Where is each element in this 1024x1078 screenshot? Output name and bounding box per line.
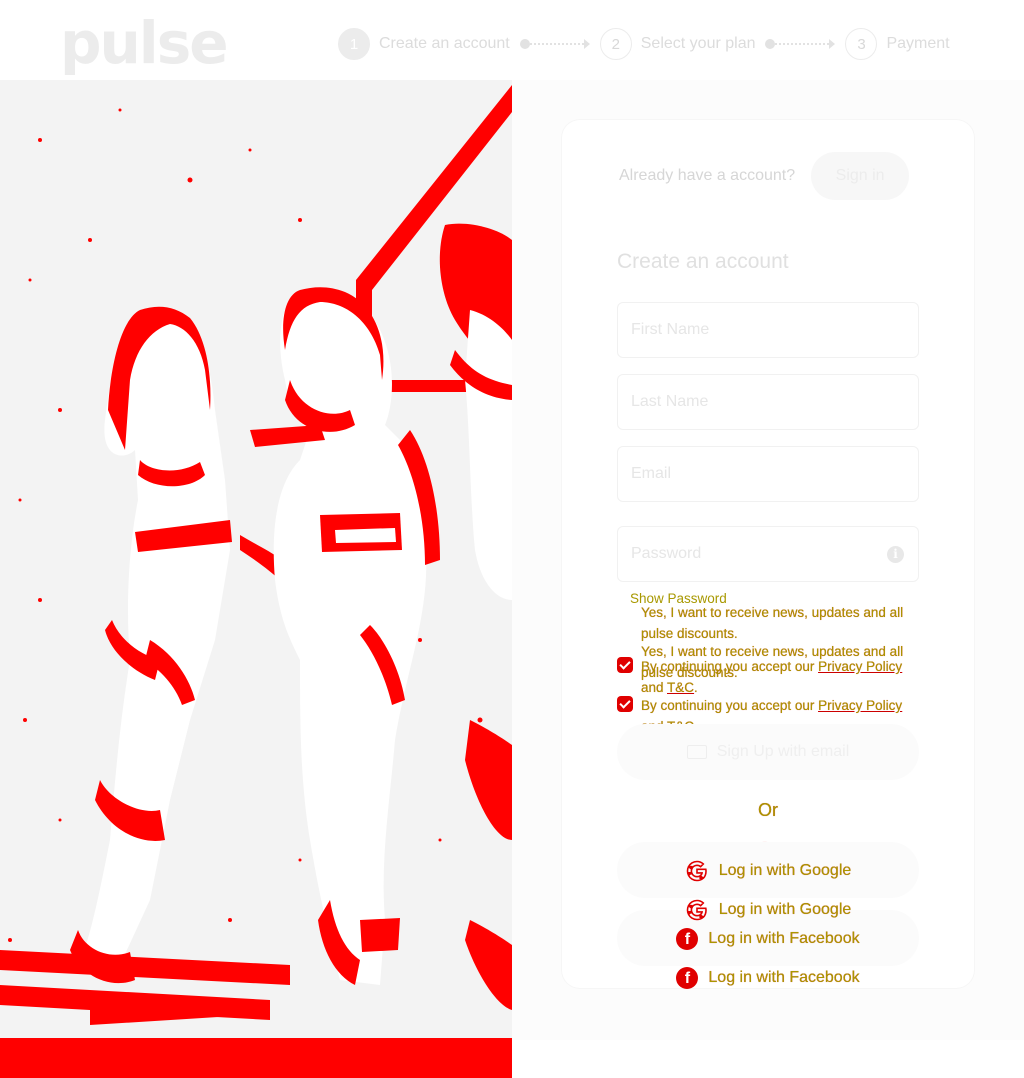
step-1-label: Create an account xyxy=(379,35,510,52)
top-header: pulse 1 Create an account 2 Select your … xyxy=(0,0,1024,80)
facebook-icon: f xyxy=(676,967,699,989)
step-connector-arrow-icon xyxy=(519,39,590,49)
signin-prompt: Already have a account? xyxy=(619,167,796,184)
pulse-logo[interactable]: pulse xyxy=(60,12,229,74)
first-name-input[interactable] xyxy=(618,303,918,357)
signin-row: Already have a account? Sign in xyxy=(619,152,919,200)
facebook-login-button[interactable]: f Log in with Facebook xyxy=(617,964,919,992)
signup-with-email-label: Sign Up with email xyxy=(716,743,850,760)
google-icon xyxy=(686,860,707,882)
password-field[interactable]: i xyxy=(617,526,919,582)
facebook-login-button[interactable]: f Log in with Facebook xyxy=(617,925,919,953)
terms-and: and xyxy=(641,680,664,695)
privacy-policy-link[interactable]: Privacy Policy xyxy=(818,698,902,713)
terms-prefix: By continuing you accept our xyxy=(641,698,815,713)
email-field[interactable] xyxy=(617,446,919,502)
last-name-field[interactable] xyxy=(617,374,919,430)
facebook-login-label: Log in with Facebook xyxy=(708,969,860,986)
info-icon[interactable]: i xyxy=(887,546,904,563)
tc-link[interactable]: T&C xyxy=(667,680,694,695)
signup-with-email-button[interactable]: Sign Up with email xyxy=(617,724,919,780)
newsletter-consent-text: Yes, I want to receive news, updates and… xyxy=(641,605,904,641)
step-2-label: Select your plan xyxy=(640,35,756,52)
privacy-policy-link[interactable]: Privacy Policy xyxy=(818,659,902,674)
newsletter-checkbox[interactable] xyxy=(617,657,633,673)
google-login-button[interactable]: Log in with Google xyxy=(617,896,919,924)
google-login-button[interactable]: Log in with Google xyxy=(617,857,919,885)
email-input[interactable] xyxy=(618,447,918,501)
terms-consent-text: By continuing you accept our Privacy Pol… xyxy=(641,656,917,698)
signup-stepper: 1 Create an account 2 Select your plan 3… xyxy=(338,28,950,60)
step-3-number: 3 xyxy=(845,28,878,60)
form-title: Create an account xyxy=(617,250,789,273)
google-login-label: Log in with Google xyxy=(718,862,852,879)
terms-checkbox[interactable] xyxy=(617,696,633,712)
terms-suffix: . xyxy=(694,680,698,695)
mail-icon xyxy=(686,745,707,759)
password-input[interactable] xyxy=(618,527,918,581)
last-name-input[interactable] xyxy=(618,375,918,429)
hero-photo xyxy=(0,80,512,1078)
first-name-field[interactable] xyxy=(617,302,919,358)
step-2-number: 2 xyxy=(599,28,632,60)
terms-prefix: By continuing you accept our xyxy=(641,659,815,674)
step-3-label: Payment xyxy=(886,35,950,52)
or-divider: Or xyxy=(758,800,778,820)
facebook-login-label: Log in with Facebook xyxy=(708,930,860,947)
google-login-label: Log in with Google xyxy=(718,901,852,918)
step-1-number: 1 xyxy=(338,28,370,60)
signin-button[interactable]: Sign in xyxy=(811,152,910,200)
step-connector-arrow-icon xyxy=(765,39,836,49)
google-icon xyxy=(686,899,707,921)
facebook-icon: f xyxy=(676,928,699,950)
